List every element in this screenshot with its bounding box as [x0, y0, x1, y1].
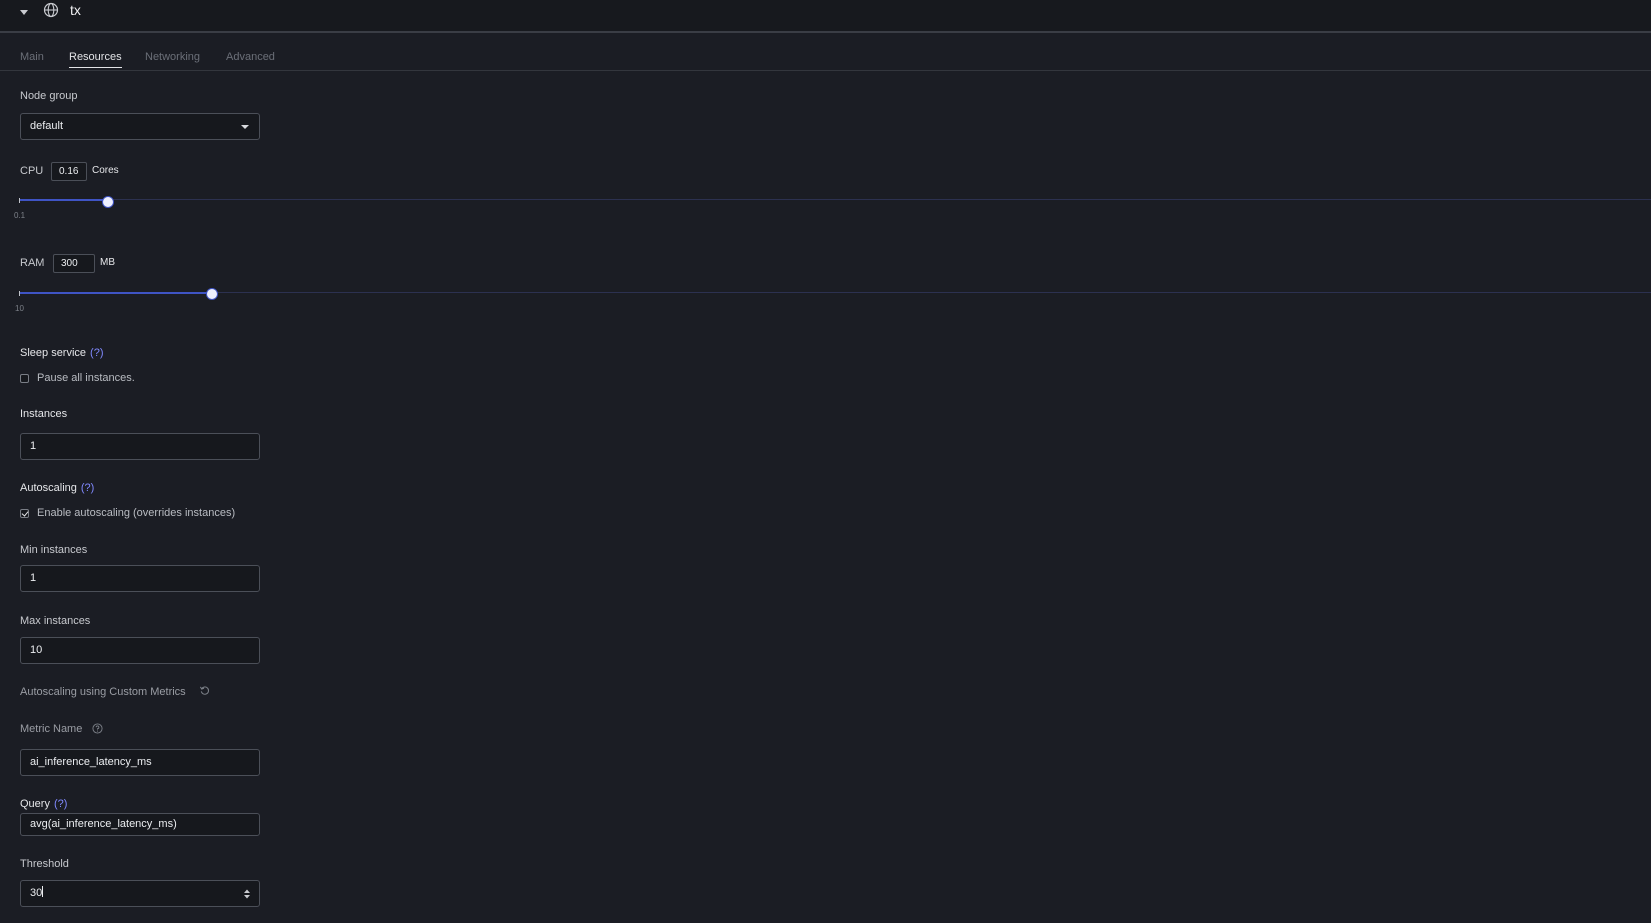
tab-networking[interactable]: Networking — [145, 51, 200, 67]
autoscaling-label: Autoscaling (?) — [20, 482, 94, 494]
custom-metrics-label: Autoscaling using Custom Metrics — [20, 686, 186, 698]
cpu-slider-min-tick — [19, 198, 20, 203]
threshold-value: 30 — [30, 887, 43, 899]
service-header: tx — [0, 0, 1651, 33]
cpu-slider-track[interactable] — [19, 199, 1651, 200]
sleep-service-label: Sleep service (?) — [20, 347, 104, 359]
ram-slider-min-label: 10 — [15, 304, 24, 313]
service-title: tx — [70, 2, 81, 18]
metric-name-input[interactable]: ai_inference_latency_ms — [20, 749, 260, 776]
enable-autoscaling-label: Enable autoscaling (overrides instances) — [37, 507, 236, 519]
ram-input[interactable]: 300 — [53, 254, 95, 273]
max-instances-label: Max instances — [20, 615, 91, 627]
caret-down-icon — [241, 125, 249, 129]
ram-label: RAM — [20, 257, 45, 269]
cpu-slider-fill — [19, 199, 108, 201]
pause-instances-label: Pause all instances. — [37, 372, 135, 384]
instances-label: Instances — [20, 408, 68, 420]
tab-resources[interactable]: Resources — [69, 51, 122, 68]
chevron-down-icon[interactable] — [18, 6, 30, 18]
tab-main[interactable]: Main — [20, 51, 44, 67]
query-title: Query — [20, 798, 50, 810]
instances-input[interactable]: 1 — [20, 433, 260, 460]
stepper-arrows-icon[interactable] — [243, 888, 251, 900]
tab-advanced[interactable]: Advanced — [226, 51, 275, 67]
cpu-slider-min-label: 0.1 — [14, 211, 26, 220]
pause-instances-checkbox[interactable] — [20, 374, 29, 383]
tab-bar: Main Resources Networking Advanced — [0, 46, 1651, 71]
autoscaling-title: Autoscaling — [20, 482, 77, 494]
query-input[interactable]: avg(ai_inference_latency_ms) — [20, 813, 260, 836]
ram-slider-thumb[interactable] — [206, 288, 218, 300]
node-group-label: Node group — [20, 90, 78, 102]
metric-name-label: Metric Name — [20, 723, 83, 735]
max-instances-input[interactable]: 10 — [20, 637, 260, 664]
globe-icon — [43, 2, 59, 18]
ram-slider-min-tick — [19, 291, 20, 296]
reset-icon[interactable] — [199, 685, 210, 696]
threshold-label: Threshold — [20, 858, 69, 870]
ram-slider-fill — [19, 292, 212, 294]
text-cursor — [42, 886, 44, 897]
min-instances-input[interactable]: 1 — [20, 565, 260, 592]
cpu-unit: Cores — [92, 165, 119, 176]
help-circle-icon[interactable] — [92, 723, 103, 734]
ram-unit: MB — [100, 257, 115, 268]
enable-autoscaling-checkbox[interactable] — [20, 509, 29, 518]
cpu-slider-thumb[interactable] — [102, 196, 114, 208]
min-instances-label: Min instances — [20, 544, 88, 556]
node-group-value: default — [30, 120, 64, 132]
sleep-help-link[interactable]: (?) — [90, 347, 103, 359]
ram-slider-track[interactable] — [19, 292, 1651, 293]
query-label: Query (?) — [20, 798, 67, 810]
query-help-link[interactable]: (?) — [54, 798, 67, 810]
node-group-select[interactable]: default — [20, 113, 260, 140]
cpu-input[interactable]: 0.16 — [51, 162, 87, 181]
autoscaling-help-link[interactable]: (?) — [81, 482, 94, 494]
cpu-label: CPU — [20, 165, 44, 177]
threshold-input[interactable]: 30 — [20, 880, 260, 907]
sleep-service-title: Sleep service — [20, 347, 87, 359]
